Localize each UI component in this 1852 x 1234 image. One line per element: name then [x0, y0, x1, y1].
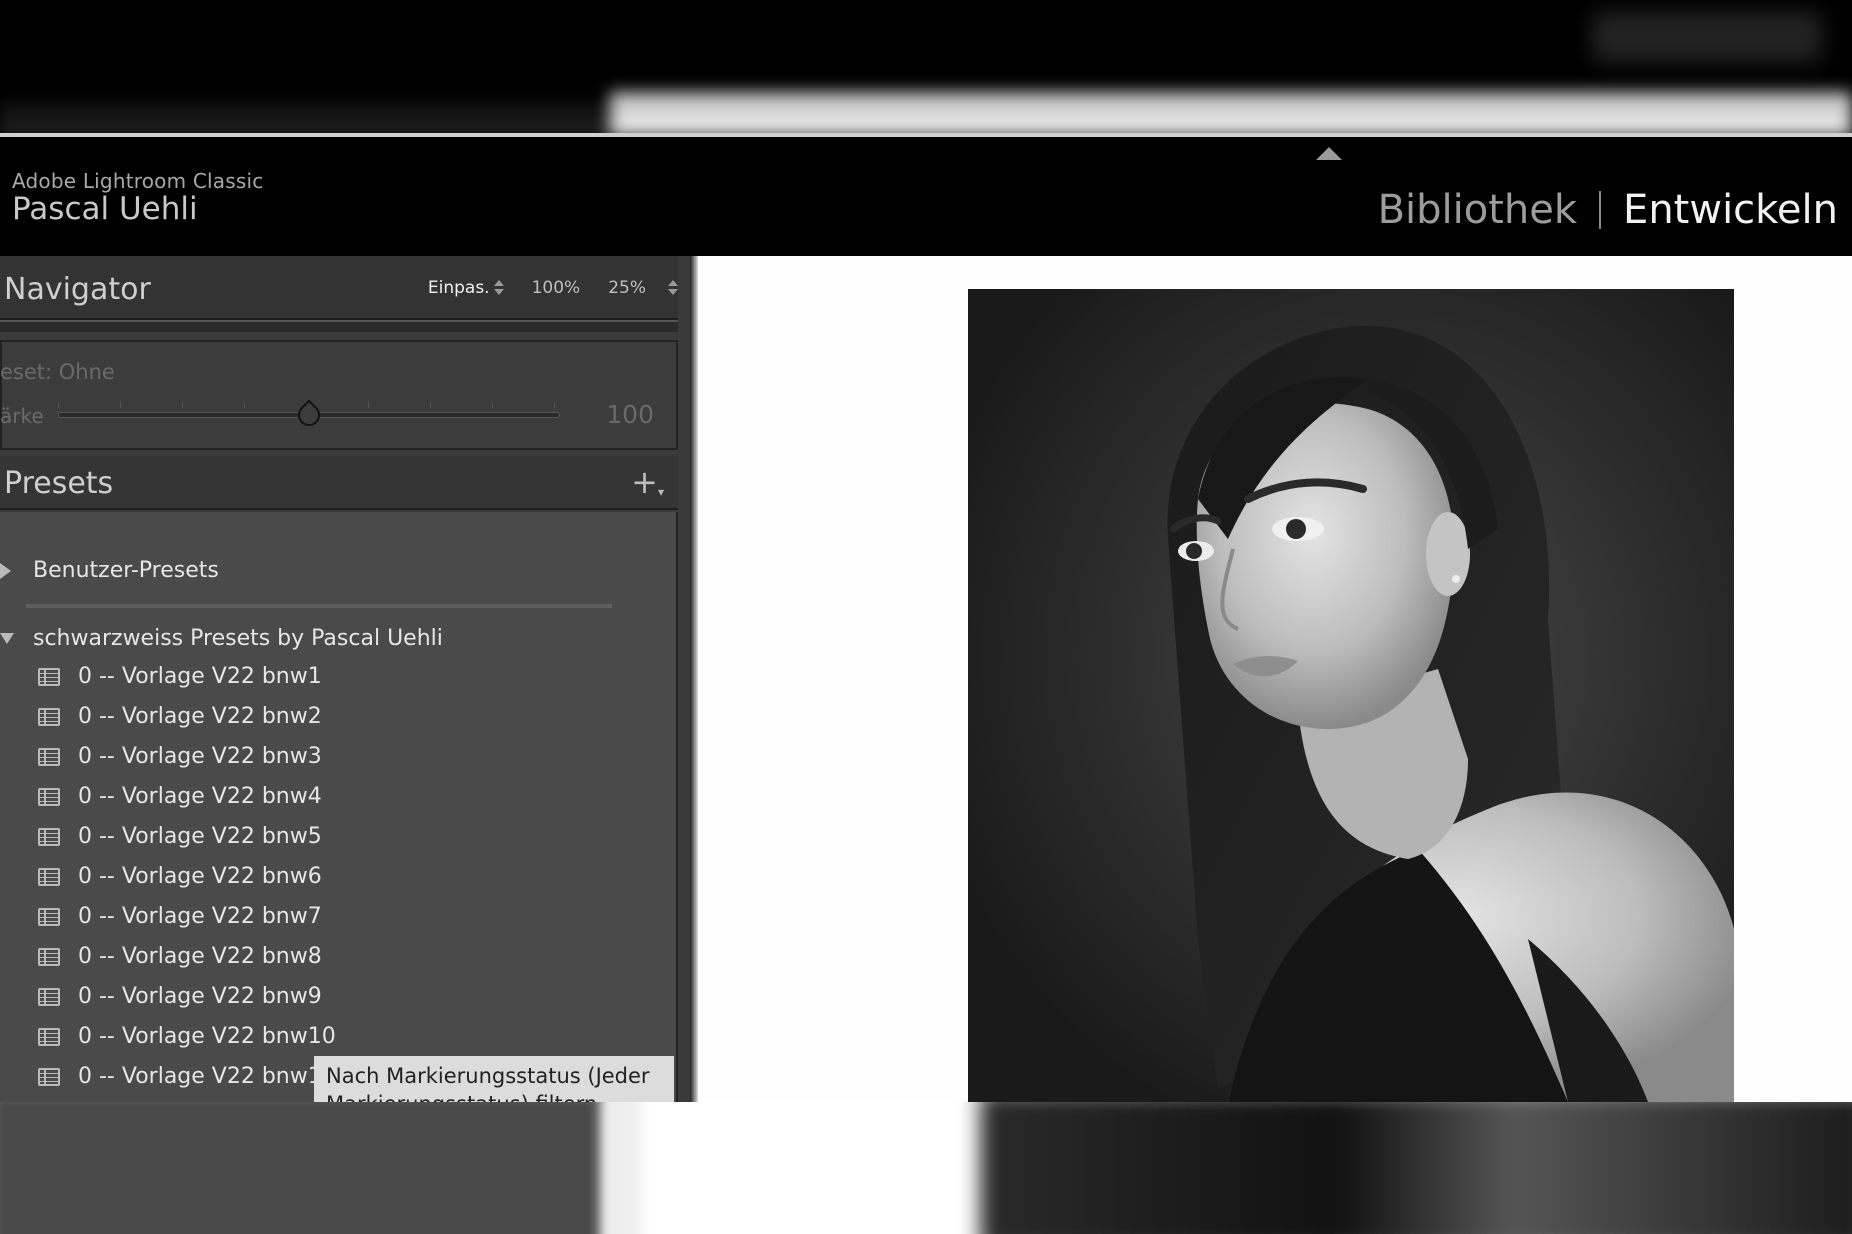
- preset-item-label: 0 -- Vorlage V22 bnw2: [78, 704, 322, 729]
- module-library[interactable]: Bibliothek: [1378, 187, 1577, 233]
- zoom-fit-option[interactable]: Einpas.: [428, 278, 504, 298]
- preset-list-icon: [38, 667, 60, 686]
- tooltip-line: Markierungsstatus) filtern: [326, 1090, 662, 1102]
- preset-item[interactable]: 0 -- Vorlage V22 bnw11: [38, 1064, 336, 1089]
- preset-item-label: 0 -- Vorlage V22 bnw4: [78, 784, 322, 809]
- preset-list-icon: [38, 987, 60, 1006]
- preset-list-icon: [38, 1067, 60, 1086]
- blurred-panel-bottom: [0, 1102, 610, 1234]
- identity-plate: Adobe Lightroom Classic Pascal Uehli Bib…: [0, 137, 1852, 254]
- preset-list-icon: [38, 1027, 60, 1046]
- preset-group-user[interactable]: Benutzer-Presets: [0, 558, 219, 583]
- preset-amount-box: eset: Ohne ärke 100: [0, 340, 678, 450]
- navigator-preview-collapsed: [0, 320, 678, 332]
- preset-group-bnw[interactable]: schwarzweiss Presets by Pascal Uehli: [0, 626, 443, 651]
- photo-preview[interactable]: [968, 289, 1734, 1102]
- preset-list: Benutzer-Presets schwarzweiss Presets by…: [0, 512, 678, 1102]
- preset-item-label: 0 -- Vorlage V22 bnw1: [78, 664, 322, 689]
- amount-value[interactable]: 100: [606, 400, 654, 429]
- preset-item-label: 0 -- Vorlage V22 bnw10: [78, 1024, 336, 1049]
- zoom-25-option[interactable]: 25%: [608, 278, 678, 298]
- preset-item[interactable]: 0 -- Vorlage V22 bnw3: [38, 744, 322, 769]
- blurred-edge-bottom: [600, 1102, 640, 1234]
- collapse-top-panel-icon[interactable]: [1316, 147, 1342, 160]
- module-separator: [1599, 191, 1602, 229]
- preset-item-label: 0 -- Vorlage V22 bnw8: [78, 944, 322, 969]
- tooltip-line: Nach Markierungsstatus (Jeder: [326, 1064, 650, 1088]
- presets-title: Presets: [4, 466, 114, 501]
- preset-item[interactable]: 0 -- Vorlage V22 bnw2: [38, 704, 322, 729]
- preset-item[interactable]: 0 -- Vorlage V22 bnw6: [38, 864, 322, 889]
- app-name: Adobe Lightroom Classic: [12, 169, 264, 193]
- group-divider: [26, 604, 612, 608]
- preset-item[interactable]: 0 -- Vorlage V22 bnw1: [38, 664, 322, 689]
- preset-group-label: schwarzweiss Presets by Pascal Uehli: [33, 626, 443, 651]
- preset-item[interactable]: 0 -- Vorlage V22 bnw7: [38, 904, 322, 929]
- navigator-title: Navigator: [4, 272, 151, 307]
- zoom-100-option[interactable]: 100%: [532, 278, 581, 298]
- preset-list-icon: [38, 907, 60, 926]
- preset-label: eset: Ohne: [0, 360, 115, 384]
- preset-group-label: Benutzer-Presets: [33, 558, 219, 583]
- presets-header[interactable]: Presets +▾: [0, 456, 678, 510]
- preset-item[interactable]: 0 -- Vorlage V22 bnw10: [38, 1024, 336, 1049]
- canvas-edge: [690, 256, 698, 1102]
- preset-item-label: 0 -- Vorlage V22 bnw11: [78, 1064, 336, 1089]
- user-name: Pascal Uehli: [12, 191, 198, 227]
- preset-item-label: 0 -- Vorlage V22 bnw5: [78, 824, 322, 849]
- preset-item[interactable]: 0 -- Vorlage V22 bnw8: [38, 944, 322, 969]
- portrait-illustration: [1167, 325, 1734, 1102]
- disclosure-down-icon[interactable]: [0, 633, 14, 644]
- preset-list-icon: [38, 707, 60, 726]
- desktop-bottom-blur: [0, 1102, 1852, 1234]
- module-develop[interactable]: Entwickeln: [1623, 187, 1838, 233]
- preset-item[interactable]: 0 -- Vorlage V22 bnw4: [38, 784, 322, 809]
- disclosure-right-icon[interactable]: [0, 562, 11, 579]
- tooltip: Nach Markierungsstatus (Jeder Markierung…: [314, 1056, 674, 1102]
- left-panel: Navigator Einpas. 100% 25% eset: Ohne är…: [0, 256, 690, 1102]
- blurred-photo-bottom: [980, 1102, 1852, 1234]
- blurred-window-bar-right: [610, 92, 1852, 136]
- preset-item-label: 0 -- Vorlage V22 bnw7: [78, 904, 322, 929]
- preset-item-label: 0 -- Vorlage V22 bnw3: [78, 744, 322, 769]
- preset-list-icon: [38, 827, 60, 846]
- updown-arrows-icon: [668, 279, 678, 297]
- navigator-header[interactable]: Navigator Einpas. 100% 25%: [0, 256, 678, 320]
- blurred-window-bar-left: [0, 100, 620, 136]
- preset-item-label: 0 -- Vorlage V22 bnw9: [78, 984, 322, 1009]
- preset-list-icon: [38, 947, 60, 966]
- preset-list-icon: [38, 787, 60, 806]
- plus-icon[interactable]: +▾: [631, 466, 664, 498]
- preset-item-label: 0 -- Vorlage V22 bnw6: [78, 864, 322, 889]
- module-picker: Bibliothek Entwickeln: [1378, 187, 1838, 233]
- preset-item[interactable]: 0 -- Vorlage V22 bnw9: [38, 984, 322, 1009]
- blurred-badge: [1592, 12, 1822, 62]
- preset-list-icon: [38, 867, 60, 886]
- desktop-top-blur: [0, 0, 1852, 136]
- zoom-options: Einpas. 100% 25%: [400, 278, 678, 298]
- updown-arrows-icon: [493, 279, 504, 297]
- preset-list-icon: [38, 747, 60, 766]
- preset-item[interactable]: 0 -- Vorlage V22 bnw5: [38, 824, 322, 849]
- amount-label: ärke: [0, 404, 44, 428]
